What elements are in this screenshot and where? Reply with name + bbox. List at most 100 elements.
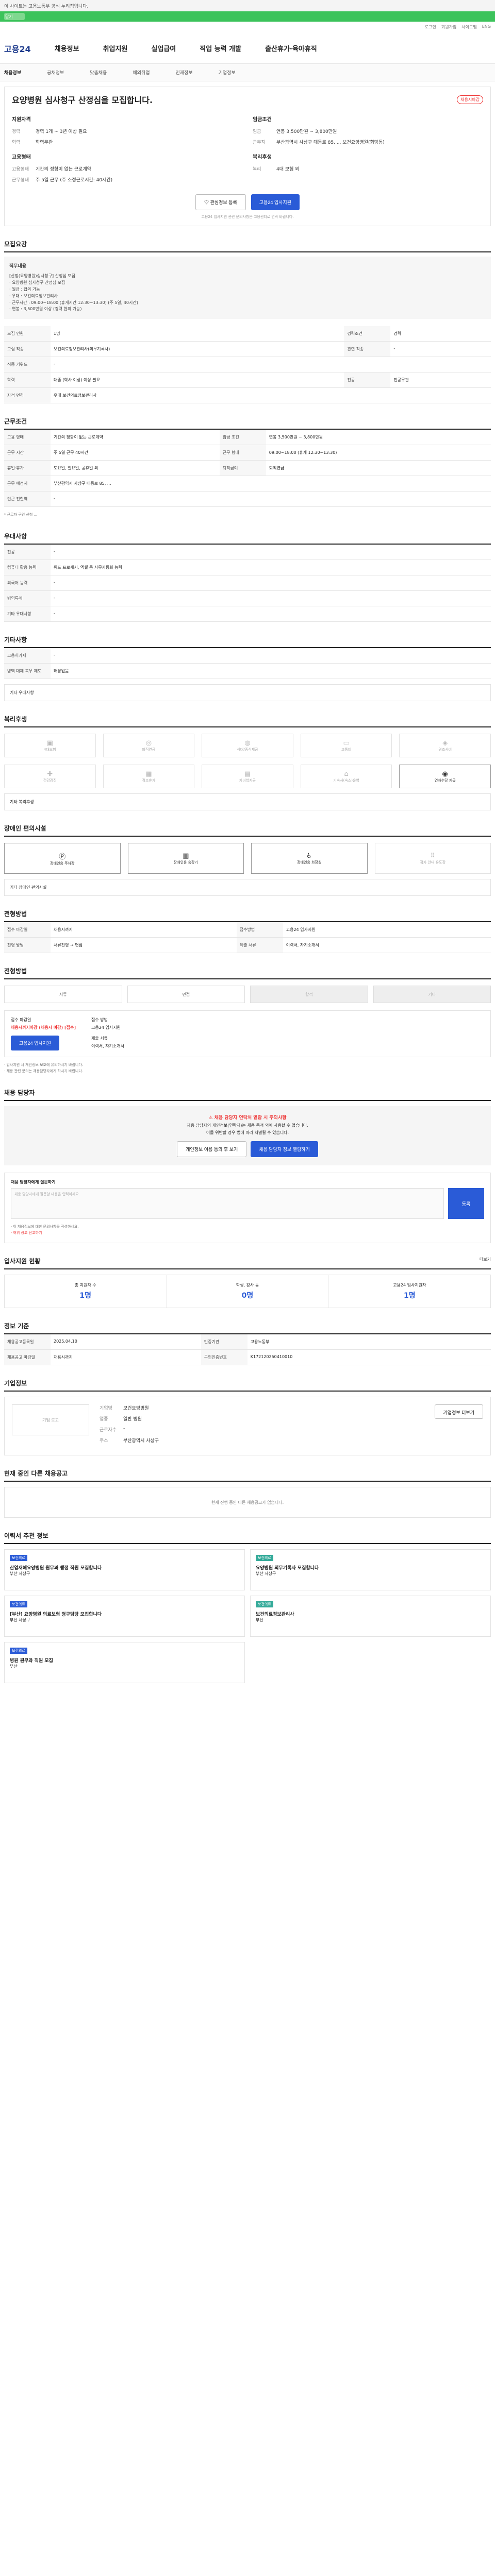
submit-question-button[interactable]: 등록 bbox=[448, 1188, 484, 1219]
cell-head: 채용공고 마감일 bbox=[4, 1349, 51, 1366]
recommend-card[interactable]: 보건의료 [부산] 요양병원 의료보험 청구담당 모집합니다 부산 사상구 bbox=[4, 1596, 245, 1637]
disabled-etc-box: 기타 장애인 편의시설 bbox=[4, 879, 491, 896]
util-nav: 로그인 회원가입 사이트맵 ENG bbox=[0, 22, 495, 33]
section-title: 모집요강 bbox=[4, 240, 491, 252]
empty-message: 현재 진행 중인 다른 채용공고가 없습니다. bbox=[4, 1487, 491, 1518]
recommend-card[interactable]: 보건의료 요양병원 의무기록사 모집합니다 부산 사상구 bbox=[250, 1549, 491, 1591]
card-sub: 부산 bbox=[10, 1664, 18, 1669]
label: 학력 bbox=[12, 140, 21, 145]
recommend-card[interactable]: 보건의료 산업재해요양병원 원무과 행정 직원 모집합니다 부산 사상구 bbox=[4, 1549, 245, 1591]
label: 업종 bbox=[100, 1417, 108, 1422]
category-tag: 보건의료 bbox=[10, 1555, 27, 1562]
company-section: 기업정보 기업 로고 기업명 보건요양병원 업종 일반 병원 근로자수 - 주소 부산광… bbox=[4, 1379, 491, 1456]
table-row: 전형 방법 서류전형 → 면접 제출 서류 이력서, 자기소개서 bbox=[4, 937, 491, 954]
cell-head: 기타 우대사항 bbox=[4, 606, 51, 622]
work-note: * 근로자 구인 신청 ... bbox=[4, 513, 38, 517]
section-title: 전형방법 bbox=[4, 909, 491, 923]
company-more-button[interactable]: 기업정보 더보기 bbox=[434, 1404, 483, 1419]
signup-link[interactable]: 회원가입 bbox=[441, 24, 456, 30]
manager-line: 채용 담당자의 개인정보(연락처)는 채용 목적 외에 사용할 수 없습니다. bbox=[187, 1123, 308, 1128]
gnb-item[interactable]: 직업 능력 개발 bbox=[200, 43, 241, 53]
view-manager-button[interactable]: 채용 담당자 정보 열람하기 bbox=[251, 1141, 318, 1158]
benefit-label: 기숙사(숙소)운영 bbox=[333, 778, 359, 783]
label: 근무형태 bbox=[12, 178, 29, 183]
card-title: 보건의료정보관리사 bbox=[256, 1612, 294, 1618]
cell: 연봉 3,500만원 ~ 3,800만원 bbox=[266, 430, 491, 446]
card-title: 산업재해요양병원 원무과 행정 직원 모집합니다 bbox=[10, 1566, 102, 1571]
table-row: 근무 시간 주 5일 근무 40시간 근무 형태 09:00~18:00 (휴게 12… bbox=[4, 445, 491, 461]
book-icon: ▤ bbox=[244, 770, 251, 778]
gift-icon: ◈ bbox=[442, 739, 448, 747]
job-description-box: 직무내용 [산정(요양병원)심사청구] 산정심 모집 · 요양병원 심사청구 산… bbox=[4, 257, 491, 319]
apply-notes: · 입사지원 시 개인정보 보호에 유의하시기 바랍니다. · 채용 관련 문의… bbox=[4, 1062, 491, 1075]
section-label: 복리후생 bbox=[253, 155, 272, 160]
piggy-icon: ◎ bbox=[145, 739, 152, 747]
facility-label: 장애인용 승강기 bbox=[173, 860, 198, 865]
stats-box: 총 지원자 수 1명 학생, 강사 등 0명 고용24 입사지원자 1명 bbox=[4, 1275, 491, 1309]
apply-section: 전형방법 서류 면접 합격 기타 접수 마감일 채용시까지마감 (채용시 마감)… bbox=[4, 967, 491, 1075]
cell: - bbox=[51, 491, 491, 507]
facility-label: 장애인용 주차장 bbox=[50, 861, 75, 866]
note-line: · 채용 관련 문의는 채용담당자에게 하시기 바랍니다. bbox=[4, 1069, 84, 1073]
subnav-item[interactable]: 인재정보 bbox=[176, 69, 193, 76]
desc-line: · 근무시간 : 09:00~18:00 (휴게시간 12:30~13:30) … bbox=[9, 300, 138, 305]
banner-close-button[interactable]: 닫기 bbox=[4, 13, 25, 20]
process-table: 접수 마감일 채용시까지 접수방법 고용24 입사지원 전형 방법 서류전형 → 면접 제… bbox=[4, 922, 491, 954]
cell-head: 퇴직급여 bbox=[219, 460, 266, 477]
apply-button-2[interactable]: 고용24 입사지원 bbox=[11, 1036, 60, 1051]
benefit-item: ▭ 교통비 bbox=[300, 734, 392, 758]
stats-section: 입사지원 현황 더보기 총 지원자 수 1명 학생, 강사 등 0명 고용24 입사지… bbox=[4, 1257, 491, 1309]
benefit-label: 연차수당 지급 bbox=[434, 778, 456, 783]
recommend-card[interactable]: 보건의료 보건의료정보관리사 부산 bbox=[250, 1596, 491, 1637]
cell: 1명 bbox=[51, 326, 344, 342]
subnav-item[interactable]: 기업정보 bbox=[219, 69, 236, 76]
more-link[interactable]: 더보기 bbox=[480, 1257, 491, 1265]
subnav-item[interactable]: 해외취업 bbox=[133, 69, 150, 76]
manager-section: 채용 담당자 ⚠ 채용 담당자 연락처 열람 시 주의사항 채용 담당자의 개인… bbox=[4, 1088, 491, 1244]
status-badge: 채용시마감 bbox=[457, 95, 483, 104]
site-logo[interactable]: 고용24 bbox=[4, 42, 31, 55]
cell-head: 관련 직종 bbox=[344, 341, 391, 358]
label: 주소 bbox=[100, 1438, 108, 1444]
recommend-card[interactable]: 보건의료 병원 원무과 직원 모집 부산 bbox=[4, 1642, 245, 1684]
report-link[interactable]: · 허위 광고 신고하기 bbox=[11, 1230, 484, 1236]
table-row: 직종 키워드 - bbox=[4, 357, 491, 373]
subnav-item[interactable]: 채용정보 bbox=[4, 69, 21, 76]
apply-button[interactable]: 고용24 입사지원 bbox=[251, 194, 300, 210]
table-row: 컴퓨터 활용 능력 워드 프로세서, 엑셀 등 사무자동화 능력 bbox=[4, 560, 491, 576]
gnb-item[interactable]: 출산휴가·육아휴직 bbox=[265, 43, 317, 53]
consent-button[interactable]: 개인정보 이용 동의 후 보기 bbox=[177, 1141, 247, 1158]
cell-head: 구인인증번호 bbox=[201, 1349, 248, 1366]
login-link[interactable]: 로그인 bbox=[425, 24, 436, 30]
cell: 2025.04.10 bbox=[51, 1334, 201, 1350]
shield-icon: ▣ bbox=[46, 739, 53, 747]
cell: 전공무관 bbox=[390, 372, 491, 388]
cell: 고용노동부 bbox=[247, 1334, 491, 1350]
subnav-item[interactable]: 공채정보 bbox=[47, 69, 64, 76]
sitemap-link[interactable]: 사이트맵 bbox=[461, 24, 476, 30]
job-title: 요양병원 심사청구 산정심을 모집합니다. bbox=[12, 95, 153, 105]
doc-value: 이력서, 자기소개서 bbox=[91, 1044, 124, 1049]
gnb-item[interactable]: 취업지원 bbox=[103, 43, 128, 53]
cell-head: 채용공고등록일 bbox=[4, 1334, 51, 1350]
cell: 고용24 입사지원 bbox=[283, 922, 491, 938]
value: 4대 보험 외 bbox=[276, 167, 300, 172]
benefit-label: 교통비 bbox=[341, 747, 352, 752]
cell: 서류전형 → 면접 bbox=[51, 937, 237, 954]
subnav-item[interactable]: 맞춤채용 bbox=[90, 69, 107, 76]
company-box: 기업 로고 기업명 보건요양병원 업종 일반 병원 근로자수 - 주소 부산광역시 사상… bbox=[4, 1397, 491, 1456]
house-icon: ⌂ bbox=[344, 770, 349, 778]
category-tag: 보건의료 bbox=[10, 1648, 27, 1654]
stat-label: 총 지원자 수 bbox=[74, 1283, 96, 1288]
cell: 이력서, 자기소개서 bbox=[283, 937, 491, 954]
eng-link[interactable]: ENG bbox=[482, 24, 491, 30]
gnb-item[interactable]: 채용정보 bbox=[55, 43, 79, 53]
value: 주 5일 근무 (주 소정근로시간: 40시간) bbox=[36, 178, 113, 183]
favorite-button[interactable]: ♡ 관심정보 등록 bbox=[195, 194, 246, 210]
value: - bbox=[123, 1426, 125, 1432]
gnb-item[interactable]: 실업급여 bbox=[151, 43, 176, 53]
benefit-label: 경조사비 bbox=[438, 747, 452, 752]
qna-title: 채용 담당자에게 질문하기 bbox=[11, 1180, 56, 1185]
question-input[interactable]: 채용 담당자에게 질문할 내용을 입력하세요. bbox=[11, 1188, 444, 1219]
cell-head: 접수 마감일 bbox=[4, 922, 51, 938]
